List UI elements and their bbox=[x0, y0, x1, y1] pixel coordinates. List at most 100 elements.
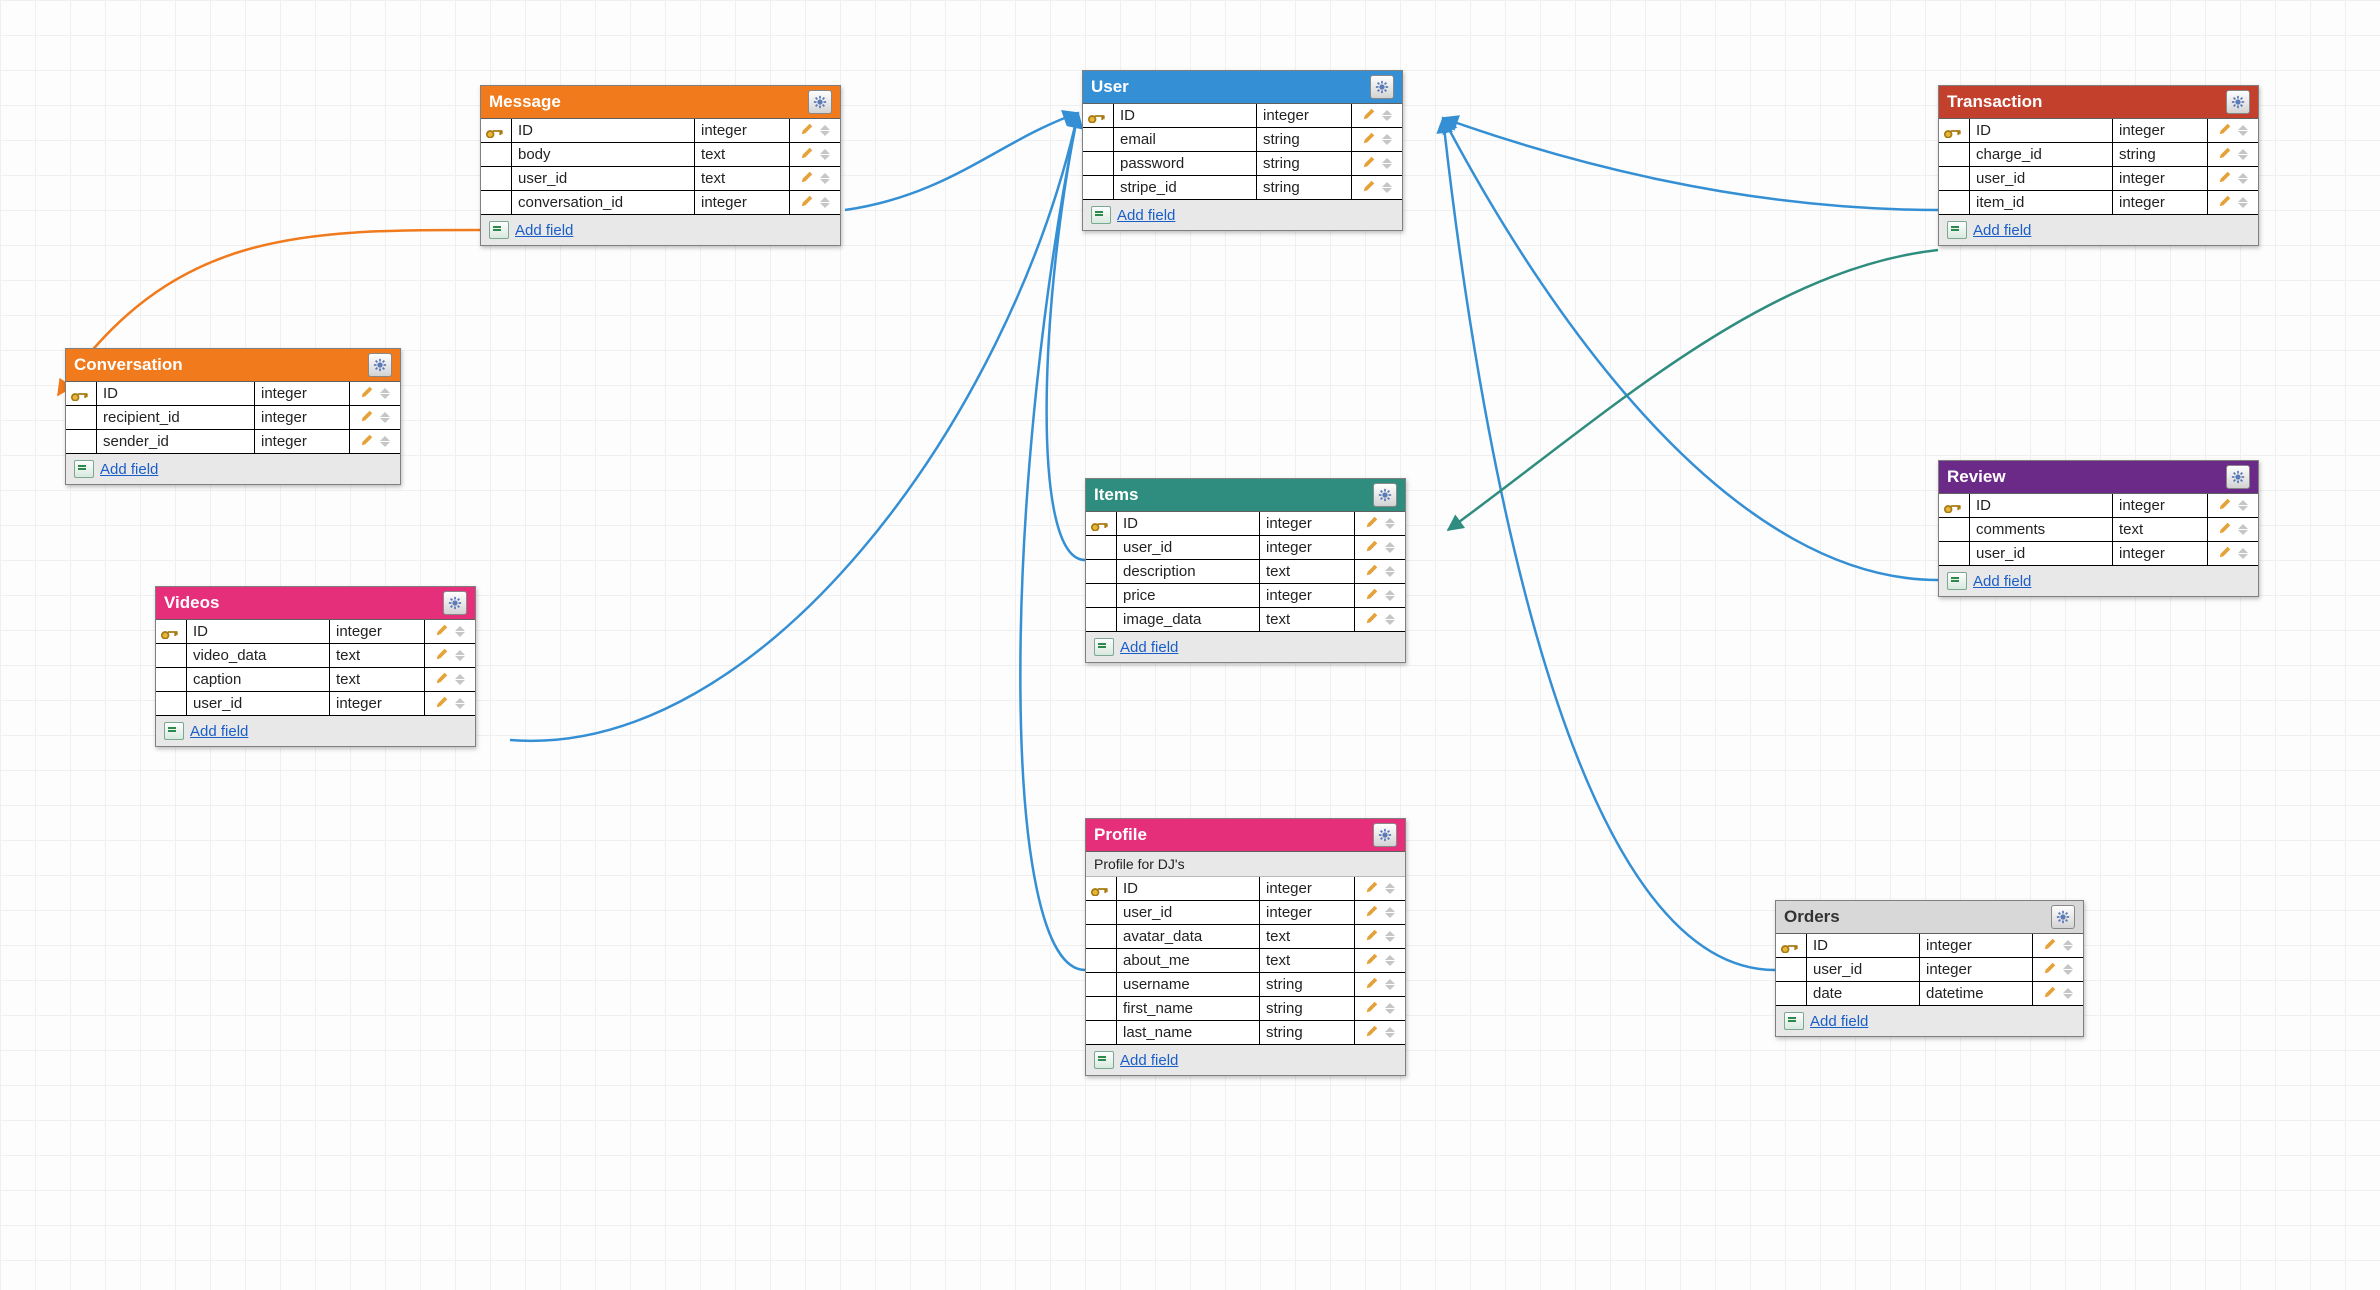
field-type[interactable]: integer bbox=[2113, 167, 2208, 190]
entity-header[interactable]: Conversation bbox=[66, 349, 400, 382]
reorder-icon[interactable] bbox=[1385, 978, 1395, 992]
reorder-icon[interactable] bbox=[2238, 523, 2248, 537]
add-field-row[interactable]: Add field bbox=[1939, 215, 2258, 245]
entity-header[interactable]: Transaction bbox=[1939, 86, 2258, 119]
primary-key-cell[interactable] bbox=[1939, 167, 1970, 190]
edit-field-icon[interactable] bbox=[435, 695, 449, 712]
field-type[interactable]: text bbox=[2113, 518, 2208, 541]
field-name[interactable]: password bbox=[1114, 152, 1257, 175]
field-name[interactable]: first_name bbox=[1117, 997, 1260, 1020]
field-row[interactable]: date datetime bbox=[1776, 982, 2083, 1006]
reorder-icon[interactable] bbox=[1385, 930, 1395, 944]
field-row[interactable]: user_id integer bbox=[1939, 167, 2258, 191]
reorder-icon[interactable] bbox=[455, 649, 465, 663]
reorder-icon[interactable] bbox=[1382, 133, 1392, 147]
field-name[interactable]: sender_id bbox=[97, 430, 255, 453]
field-row[interactable]: price integer bbox=[1086, 584, 1405, 608]
reorder-icon[interactable] bbox=[2063, 963, 2073, 977]
edit-field-icon[interactable] bbox=[800, 194, 814, 211]
reorder-icon[interactable] bbox=[1385, 613, 1395, 627]
field-name[interactable]: price bbox=[1117, 584, 1260, 607]
field-type[interactable]: integer bbox=[2113, 191, 2208, 214]
edit-field-icon[interactable] bbox=[1365, 976, 1379, 993]
erd-canvas[interactable]: Message ID integer body text user_id tex… bbox=[0, 0, 2380, 1290]
primary-key-cell[interactable] bbox=[481, 167, 512, 190]
reorder-icon[interactable] bbox=[455, 625, 465, 639]
field-type[interactable]: string bbox=[1260, 973, 1355, 996]
add-field-link[interactable]: Add field bbox=[515, 222, 573, 239]
reorder-icon[interactable] bbox=[2238, 172, 2248, 186]
field-name[interactable]: avatar_data bbox=[1117, 925, 1260, 948]
add-field-link[interactable]: Add field bbox=[100, 461, 158, 478]
field-type[interactable]: integer bbox=[1920, 934, 2033, 957]
entity-items[interactable]: Items ID integer user_id integer descrip… bbox=[1085, 478, 1406, 663]
entity-settings-icon[interactable] bbox=[808, 90, 832, 114]
reorder-icon[interactable] bbox=[1385, 954, 1395, 968]
field-name[interactable]: user_id bbox=[1117, 901, 1260, 924]
field-type[interactable]: integer bbox=[1257, 104, 1352, 127]
edit-field-icon[interactable] bbox=[800, 122, 814, 139]
field-row[interactable]: user_id integer bbox=[1086, 536, 1405, 560]
field-name[interactable]: email bbox=[1114, 128, 1257, 151]
edit-field-icon[interactable] bbox=[2218, 122, 2232, 139]
field-type[interactable]: datetime bbox=[1920, 982, 2033, 1005]
reorder-icon[interactable] bbox=[1382, 157, 1392, 171]
primary-key-cell[interactable] bbox=[1086, 925, 1117, 948]
edit-field-icon[interactable] bbox=[1365, 904, 1379, 921]
field-name[interactable]: comments bbox=[1970, 518, 2113, 541]
edit-field-icon[interactable] bbox=[1365, 515, 1379, 532]
field-row[interactable]: first_name string bbox=[1086, 997, 1405, 1021]
field-row[interactable]: user_id integer bbox=[1939, 542, 2258, 566]
edit-field-icon[interactable] bbox=[2218, 521, 2232, 538]
field-type[interactable]: string bbox=[1260, 997, 1355, 1020]
edit-field-icon[interactable] bbox=[800, 170, 814, 187]
field-name[interactable]: caption bbox=[187, 668, 330, 691]
field-row[interactable]: username string bbox=[1086, 973, 1405, 997]
edit-field-icon[interactable] bbox=[2218, 545, 2232, 562]
primary-key-cell[interactable] bbox=[1939, 494, 1970, 517]
entity-settings-icon[interactable] bbox=[2226, 465, 2250, 489]
field-type[interactable]: integer bbox=[1260, 877, 1355, 900]
field-name[interactable]: ID bbox=[1807, 934, 1920, 957]
primary-key-cell[interactable] bbox=[481, 119, 512, 142]
field-name[interactable]: ID bbox=[97, 382, 255, 405]
field-row[interactable]: ID integer bbox=[481, 119, 840, 143]
entity-profile[interactable]: Profile Profile for DJ's ID integer user… bbox=[1085, 818, 1406, 1076]
primary-key-cell[interactable] bbox=[1086, 512, 1117, 535]
primary-key-cell[interactable] bbox=[1086, 560, 1117, 583]
primary-key-cell[interactable] bbox=[1083, 128, 1114, 151]
entity-header[interactable]: Videos bbox=[156, 587, 475, 620]
field-row[interactable]: last_name string bbox=[1086, 1021, 1405, 1045]
reorder-icon[interactable] bbox=[1382, 109, 1392, 123]
edit-field-icon[interactable] bbox=[1365, 1024, 1379, 1041]
primary-key-cell[interactable] bbox=[156, 668, 187, 691]
edit-field-icon[interactable] bbox=[435, 671, 449, 688]
field-row[interactable]: body text bbox=[481, 143, 840, 167]
field-row[interactable]: video_data text bbox=[156, 644, 475, 668]
edit-field-icon[interactable] bbox=[1365, 539, 1379, 556]
reorder-icon[interactable] bbox=[820, 148, 830, 162]
primary-key-cell[interactable] bbox=[1083, 104, 1114, 127]
add-field-row[interactable]: Add field bbox=[1083, 200, 1402, 230]
field-type[interactable]: integer bbox=[330, 620, 425, 643]
field-row[interactable]: ID integer bbox=[66, 382, 400, 406]
add-field-link[interactable]: Add field bbox=[1120, 1052, 1178, 1069]
field-name[interactable]: item_id bbox=[1970, 191, 2113, 214]
entity-review[interactable]: Review ID integer comments text user_id … bbox=[1938, 460, 2259, 597]
reorder-icon[interactable] bbox=[820, 172, 830, 186]
field-row[interactable]: about_me text bbox=[1086, 949, 1405, 973]
field-name[interactable]: charge_id bbox=[1970, 143, 2113, 166]
primary-key-cell[interactable] bbox=[1086, 1021, 1117, 1044]
field-row[interactable]: caption text bbox=[156, 668, 475, 692]
reorder-icon[interactable] bbox=[380, 411, 390, 425]
field-type[interactable]: text bbox=[1260, 949, 1355, 972]
field-name[interactable]: image_data bbox=[1117, 608, 1260, 631]
edit-field-icon[interactable] bbox=[1365, 611, 1379, 628]
reorder-icon[interactable] bbox=[1385, 565, 1395, 579]
entity-transaction[interactable]: Transaction ID integer charge_id string … bbox=[1938, 85, 2259, 246]
field-row[interactable]: user_id integer bbox=[156, 692, 475, 716]
primary-key-cell[interactable] bbox=[1086, 973, 1117, 996]
reorder-icon[interactable] bbox=[820, 196, 830, 210]
primary-key-cell[interactable] bbox=[1086, 584, 1117, 607]
entity-orders[interactable]: Orders ID integer user_id integer date d… bbox=[1775, 900, 2084, 1037]
